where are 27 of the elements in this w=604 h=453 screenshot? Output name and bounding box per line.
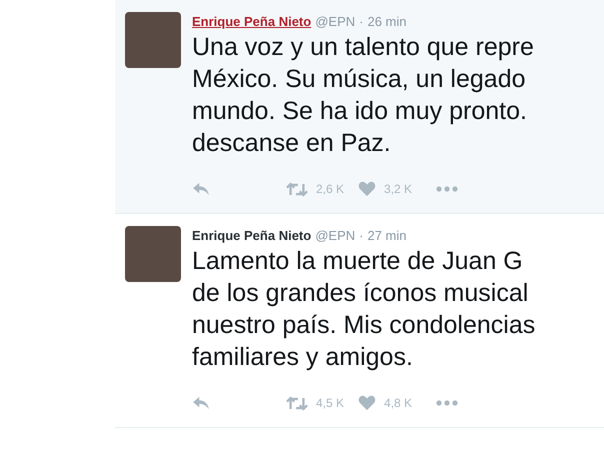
author-name[interactable]: Enrique Peña Nieto — [192, 228, 312, 243]
separator-dot: · — [359, 14, 364, 29]
reply-icon[interactable] — [192, 182, 210, 196]
heart-icon[interactable] — [358, 181, 376, 197]
separator-dot: · — [359, 228, 364, 243]
retweet-count: 4,5 K — [316, 396, 344, 410]
tweet-text-line: nuestro país. Mis condolencias — [192, 310, 536, 341]
reply-icon[interactable] — [192, 396, 210, 410]
retweet-icon[interactable] — [286, 182, 308, 196]
tweet-text-line: descanse en Paz. — [192, 128, 392, 159]
heart-icon[interactable] — [358, 395, 376, 411]
tweet-card[interactable]: Enrique Peña Nieto @EPN · 26 min Una voz y un talento que repre México. Su música, un legado mundo. Se ha ido muy pronto. descanse en Paz. 2,6 K 3,2 K — [115, 0, 604, 214]
tweet-text-line: Lamento la muerte de Juan G — [192, 246, 524, 277]
like-count: 4,8 K — [384, 396, 412, 410]
tweet-text-line: Una voz y un talento que repre — [192, 32, 534, 63]
author-name[interactable]: Enrique Peña Nieto — [192, 14, 312, 29]
retweet-count: 2,6 K — [316, 182, 344, 196]
tweet-text-line: México. Su música, un legado — [192, 64, 527, 95]
tweet-text-line: mundo. Se ha ido muy pronto. — [192, 96, 528, 127]
more-icon[interactable] — [436, 400, 458, 406]
avatar-placeholder[interactable] — [125, 12, 181, 68]
tweet-text-line: de los grandes íconos musical — [192, 278, 530, 309]
more-icon[interactable] — [436, 186, 458, 192]
tweet-text-line: familiares y amigos. — [192, 342, 414, 373]
like-count: 3,2 K — [384, 182, 412, 196]
retweet-icon[interactable] — [286, 396, 308, 410]
avatar-placeholder[interactable] — [125, 226, 181, 282]
